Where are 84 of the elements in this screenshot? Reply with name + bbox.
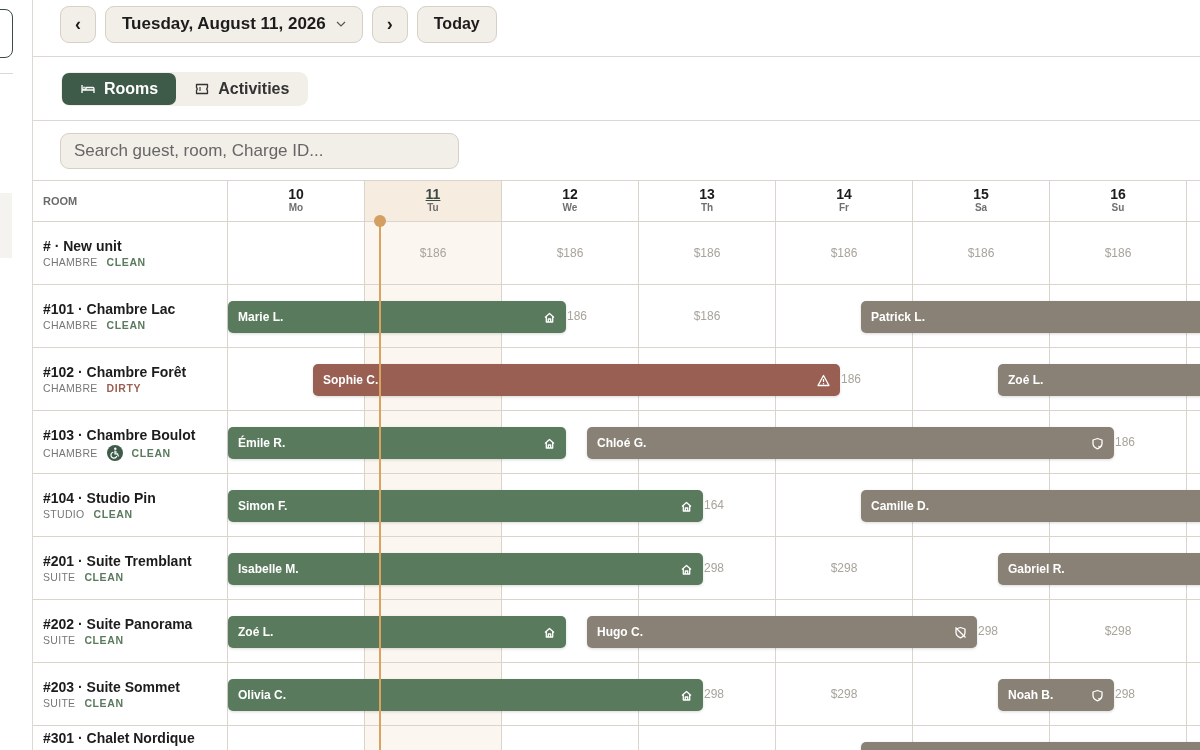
column-header: ROOM [33,181,228,221]
room-name: #102 · Chambre Forêt [43,364,188,380]
nightly-rate: $298 [830,561,858,575]
home-icon [543,436,556,450]
bed-icon [81,84,95,94]
room-status: CLEAN [93,508,133,520]
room-name: # · New unit [43,238,123,254]
room-name: #301 · Chalet Nordique [43,730,196,746]
nightly-rate: $186 [967,246,995,260]
room-type: STUDIO [43,508,85,520]
shield-check-icon [1091,688,1104,702]
home-icon [543,625,556,639]
room-name: #103 · Chambre Boulot [43,427,197,443]
booking-bar[interactable]: Émile R. [228,427,566,459]
nightly-rate: $186 [556,246,584,260]
chevron-down-icon [335,21,346,27]
next-button[interactable]: › [371,5,408,43]
booking-bar[interactable]: Camille D. [861,490,1200,522]
room-status: CLEAN [84,634,124,646]
room-name: #203 · Suite Sommet [43,679,181,695]
day-header[interactable]: 15 Sa [913,181,1050,221]
view-tab[interactable]: Activities [176,73,308,105]
room-name: #104 · Studio Pin [43,490,157,506]
day-header[interactable]: 14 Fr [776,181,913,221]
shield-check-icon [1091,436,1104,450]
nightly-rate: 298 [704,561,725,575]
room-name: #202 · Suite Panorama [43,616,194,632]
room-status: CLEAN [84,571,124,583]
booking-bar[interactable]: Olivia C. [228,679,703,711]
day-header[interactable]: 13 Th [639,181,776,221]
room-type: CHAMBRE [43,256,98,268]
nightly-rate: 298 [704,687,725,701]
booking-bar[interactable]: Zoé L. [998,364,1200,396]
home-icon [543,310,556,324]
nightly-rate: $186 [830,246,858,260]
booking-bar[interactable]: Simon F. [228,490,703,522]
room-status: CLEAN [131,447,171,459]
nightly-rate: 186 [841,372,862,386]
home-icon [680,688,693,702]
nightly-rate: 186 [1115,435,1136,449]
nightly-rate: $186 [419,246,447,260]
nightly-rate: $186 [1104,246,1132,260]
shield-off-icon [954,625,967,639]
view-tab[interactable]: Rooms [62,73,177,105]
booking-bar[interactable]: Chloé G. [587,427,1114,459]
room-type: CHAMBRE [43,382,98,394]
nightly-rate: 298 [1115,687,1136,701]
room-status: DIRTY [106,382,142,394]
nightly-rate: 186 [567,309,588,323]
ticket-icon [195,83,210,95]
nightly-rate: $186 [693,309,721,323]
nightly-rate: $298 [1104,624,1132,638]
booking-bar[interactable]: Gabriel R. [998,553,1200,585]
booking-bar[interactable]: Marie L. [228,301,566,333]
booking-bar[interactable]: Sophie C. [313,364,840,396]
room-status: CLEAN [84,697,124,709]
room-type: SUITE [43,634,76,646]
day-header[interactable]: 11 Tu [365,181,502,221]
room-type: SUITE [43,697,76,709]
room-status: CLEAN [106,319,146,331]
room-type: CHAMBRE [43,319,98,331]
day-header[interactable]: 16 Su [1050,181,1187,221]
room-type: CHAMBRE [43,447,98,459]
warning-icon [817,373,830,387]
previous-button[interactable]: ‹ [60,5,96,43]
today-button[interactable]: Today [416,5,497,43]
room-name: #201 · Suite Tremblant [43,553,193,569]
booking-bar[interactable]: Noah B. [998,679,1114,711]
nightly-rate: $186 [693,246,721,260]
nightly-rate: $298 [830,687,858,701]
room-name: #101 · Chambre Lac [43,301,177,317]
booking-bar[interactable]: Patrick L. [861,301,1200,333]
nightly-rate: 298 [978,624,999,638]
day-header[interactable]: 12 We [502,181,639,221]
room-status: CLEAN [106,256,146,268]
date-picker-button[interactable]: Tuesday, August 11, 2026 [105,5,363,43]
booking-bar[interactable]: Zoé L. [228,616,566,648]
booking-bar[interactable]: Isabelle M. [228,553,703,585]
booking-bar[interactable]: Hugo C. [587,616,977,648]
home-icon [680,562,693,576]
home-icon [680,499,693,513]
nightly-rate: 164 [704,498,725,512]
room-type: SUITE [43,571,76,583]
search-field[interactable]: Search guest, room, Charge ID... [60,133,459,169]
